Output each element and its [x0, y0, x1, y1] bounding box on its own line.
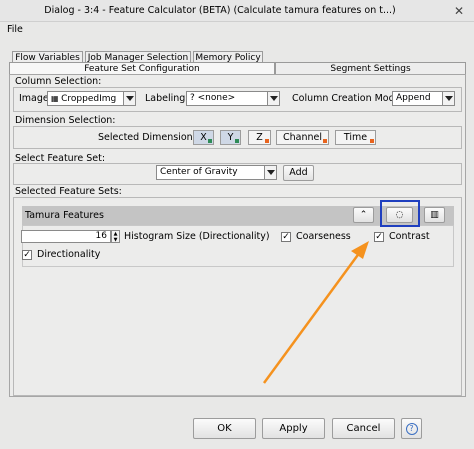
ok-button[interactable]: OK — [193, 418, 256, 439]
apply-button[interactable]: Apply — [262, 418, 325, 439]
annotation-arrow — [262, 241, 369, 384]
help-button[interactable]: ? — [401, 418, 422, 439]
help-icon: ? — [405, 423, 418, 435]
cancel-button[interactable]: Cancel — [332, 418, 395, 439]
